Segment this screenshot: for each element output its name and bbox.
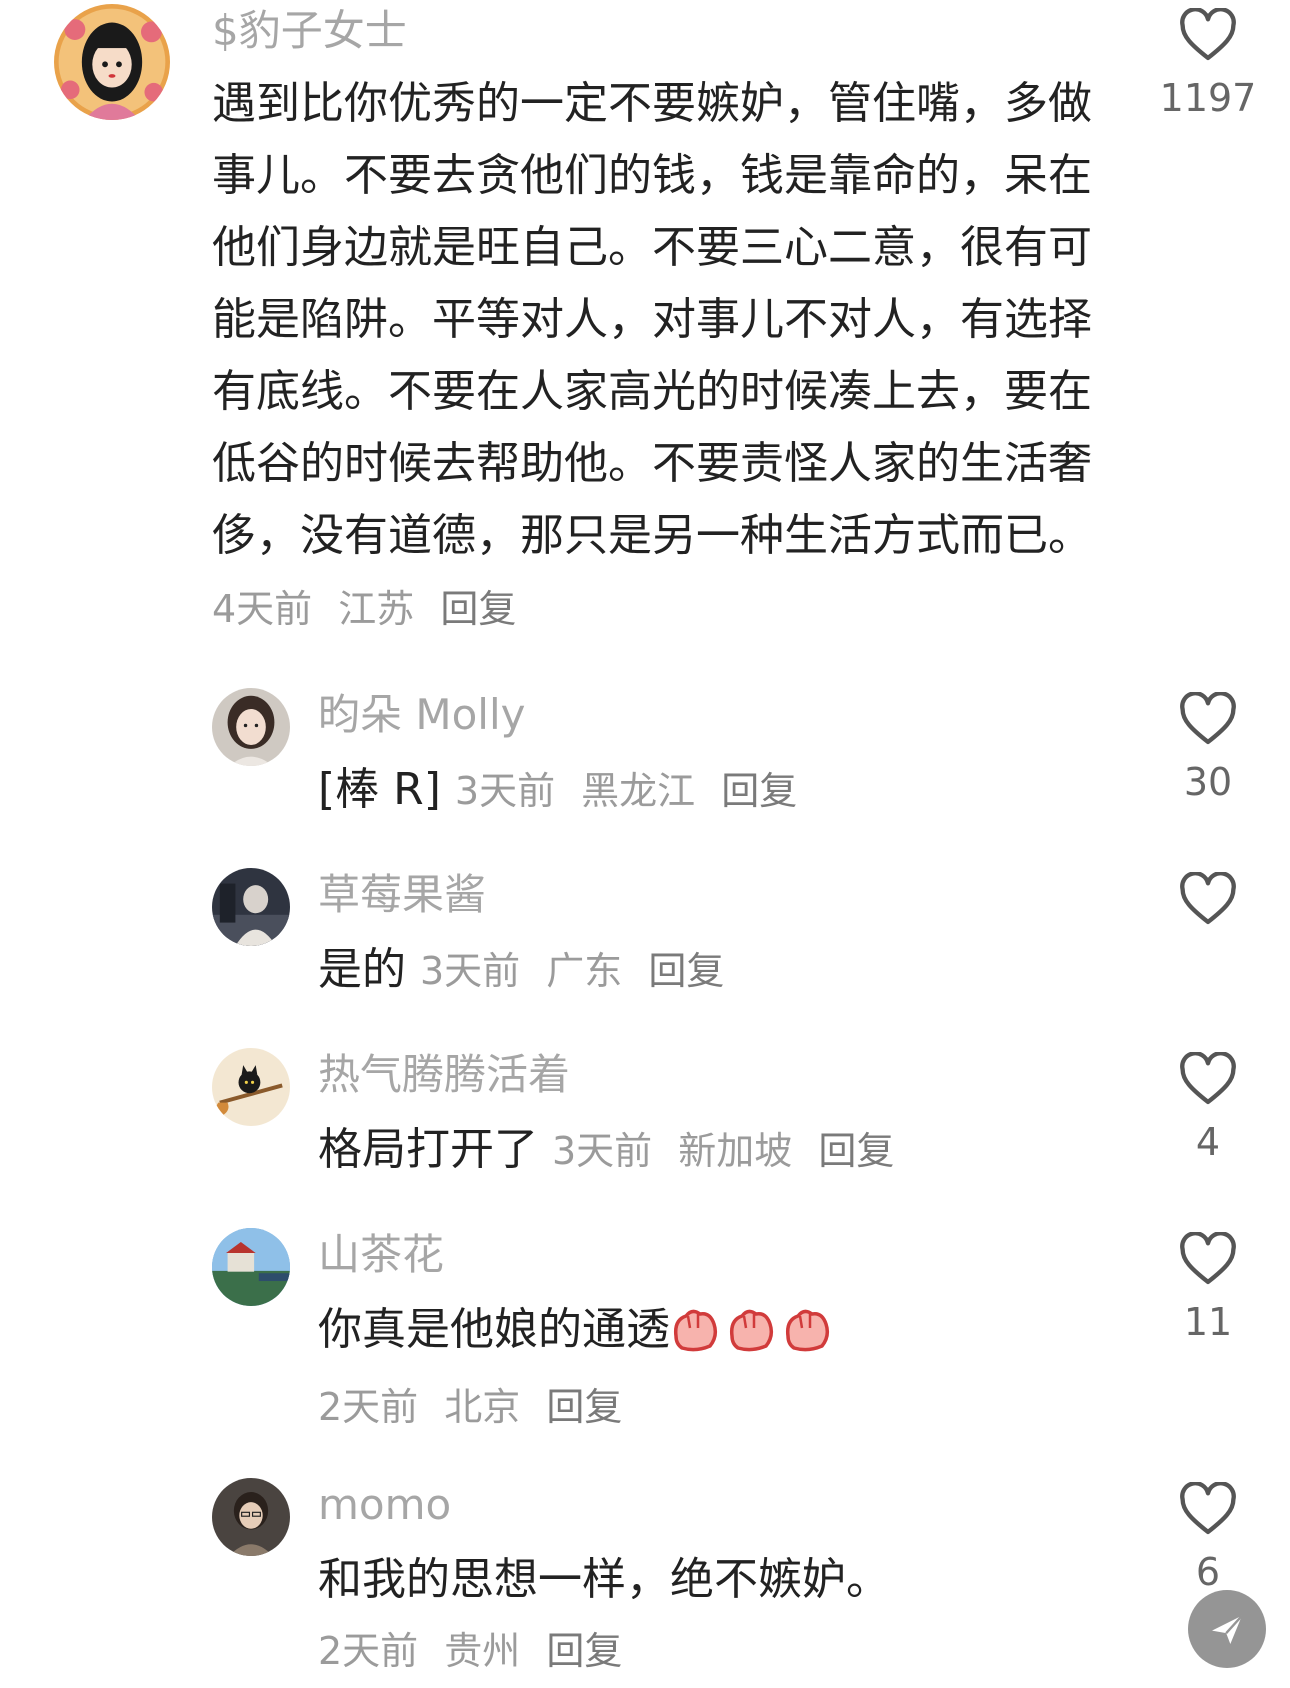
reply-button[interactable]: 回复 [818, 1129, 894, 1173]
like-control: 1197 [1153, 8, 1263, 120]
comment-username[interactable]: 山茶花 [318, 1234, 444, 1276]
like-control [1153, 872, 1263, 926]
heart-outline-icon[interactable] [1153, 872, 1263, 926]
reply-button[interactable]: 回复 [546, 1629, 622, 1673]
comment-body: 格局打开了 [318, 1124, 538, 1175]
comment-text: 和我的思想一样，绝不嫉妒。 [318, 1544, 1098, 1616]
comment-location: 广东 [546, 949, 623, 993]
reply-button[interactable]: 回复 [546, 1385, 622, 1429]
comment-body: 你真是他娘的通透 [318, 1304, 670, 1355]
share-button[interactable] [1188, 1590, 1266, 1668]
heart-outline-icon[interactable] [1153, 1052, 1263, 1106]
comment-username[interactable]: 热气腾腾活着 [318, 1054, 570, 1096]
comment-time: 3天前 [552, 1129, 653, 1173]
heart-outline-icon[interactable] [1153, 692, 1263, 746]
like-count: 1197 [1159, 76, 1257, 120]
comment-text: 遇到比你优秀的一定不要嫉妒，管住嘴，多做事儿。不要去贪他们的钱，钱是靠命的，呆在… [212, 68, 1112, 645]
comment-location: 新加坡 [678, 1129, 793, 1173]
comment-location: 黑龙江 [581, 769, 696, 813]
comment-meta: 4天前 江苏 回复 [212, 587, 530, 631]
comment-text: 2天前 北京 回复 [318, 1370, 1098, 1443]
like-control: 4 [1153, 1052, 1263, 1164]
avatar[interactable] [212, 688, 290, 766]
comment-text: 你真是他娘的通透 [318, 1294, 1098, 1366]
comment-username[interactable]: 昀朵 Molly [318, 694, 525, 736]
comment-meta: 2天前 北京 回复 [318, 1385, 636, 1429]
comment-text: 是的 3天前 广东 回复 [318, 934, 1098, 1007]
reply-button[interactable]: 回复 [440, 587, 516, 631]
comment-time: 3天前 [454, 769, 556, 813]
comment-location: 北京 [444, 1385, 521, 1429]
comment-location: 江苏 [338, 587, 415, 631]
comment-body: 和我的思想一样，绝不嫉妒。 [318, 1554, 890, 1605]
fist-emoji-icon [782, 1302, 832, 1352]
like-count: 4 [1195, 1120, 1221, 1164]
reply-button[interactable]: 回复 [648, 949, 724, 993]
like-control: 30 [1153, 692, 1263, 804]
comment-meta: 3天前 黑龙江 回复 [455, 769, 811, 813]
avatar[interactable] [212, 1478, 290, 1556]
fist-emoji-icon [726, 1302, 776, 1352]
like-count: 11 [1183, 1300, 1233, 1344]
comment-meta: 2天前 贵州 回复 [318, 1629, 636, 1673]
comment-body: 是的 [318, 944, 406, 995]
paper-plane-icon [1207, 1609, 1247, 1649]
comment-time: 2天前 [318, 1385, 419, 1429]
comment-location: 贵州 [444, 1629, 521, 1673]
avatar[interactable] [54, 4, 170, 120]
like-count: 6 [1195, 1550, 1221, 1594]
comment-text: 格局打开了 3天前 新加坡 回复 [318, 1114, 1098, 1187]
comment-meta: 3天前 广东 回复 [420, 949, 738, 993]
heart-outline-icon[interactable] [1153, 1232, 1263, 1286]
comment-time: 2天前 [318, 1629, 419, 1673]
avatar[interactable] [212, 1228, 290, 1306]
reply-button[interactable]: 回复 [721, 769, 797, 813]
comment-username[interactable]: momo [318, 1484, 451, 1526]
comment-text: [棒 R] 3天前 黑龙江 回复 [318, 754, 1098, 827]
avatar[interactable] [212, 1048, 290, 1126]
comment-text: 2天前 贵州 回复 [318, 1614, 1098, 1687]
like-control: 6 [1153, 1482, 1263, 1594]
fist-emoji-icon [670, 1302, 720, 1352]
comment-meta: 3天前 新加坡 回复 [552, 1129, 908, 1173]
like-control: 11 [1153, 1232, 1263, 1344]
heart-outline-icon[interactable] [1153, 1482, 1263, 1536]
avatar[interactable] [212, 868, 290, 946]
comment-body: 遇到比你优秀的一定不要嫉妒，管住嘴，多做事儿。不要去贪他们的钱，钱是靠命的，呆在… [212, 78, 1092, 561]
comment-username[interactable]: 草莓果酱 [318, 874, 486, 916]
comment-time: 4天前 [212, 587, 313, 631]
like-count: 30 [1183, 760, 1233, 804]
heart-outline-icon[interactable] [1153, 8, 1263, 62]
comment-body: [棒 R] [318, 764, 441, 815]
comment-time: 3天前 [420, 949, 521, 993]
comment-username[interactable]: $豹子女士 [212, 10, 407, 52]
